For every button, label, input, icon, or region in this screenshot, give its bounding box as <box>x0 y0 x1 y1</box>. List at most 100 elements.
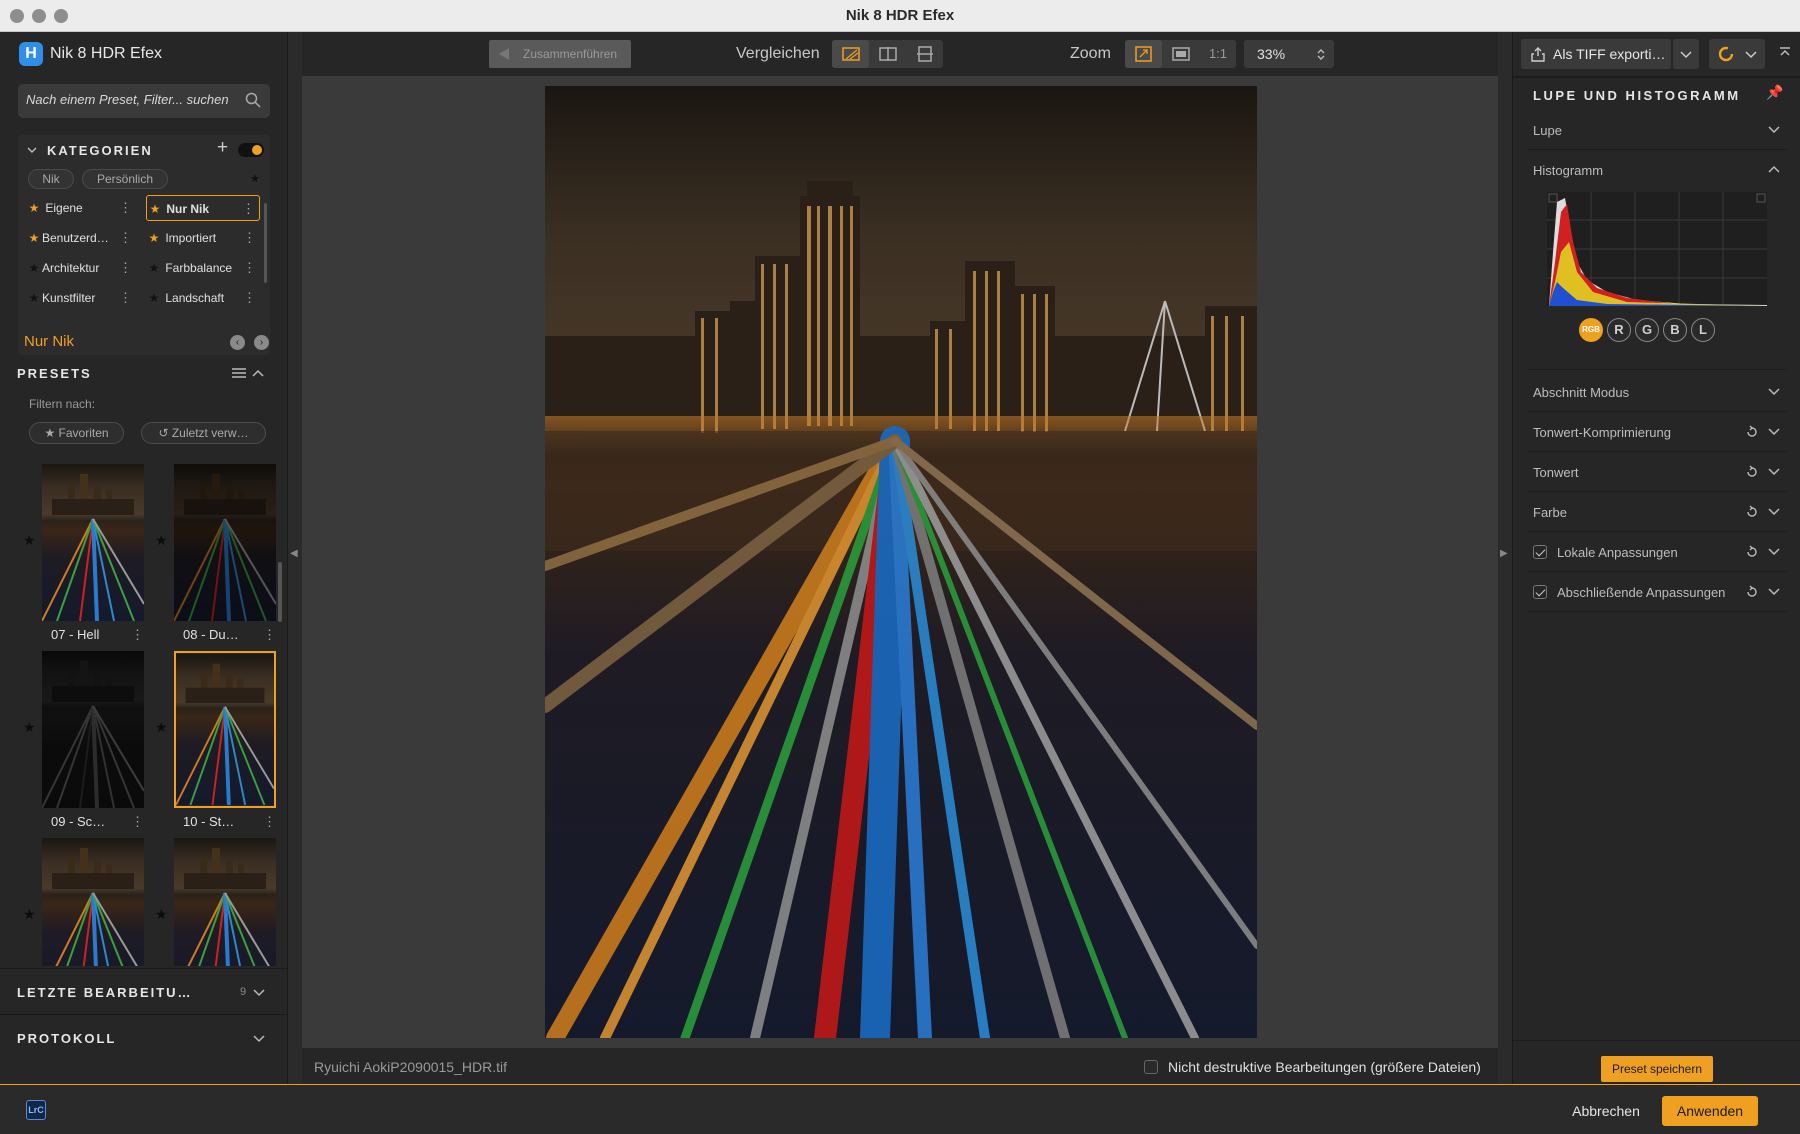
lightroom-badge-icon[interactable]: LrC <box>26 1100 46 1120</box>
preset-thumbnail-09[interactable] <box>42 651 144 808</box>
channel-g-button[interactable]: G <box>1635 318 1659 342</box>
more-icon[interactable]: ⋮ <box>119 255 132 281</box>
channel-l-button[interactable]: L <box>1691 318 1715 342</box>
tab-nik[interactable]: Nik <box>28 169 74 189</box>
section-abschliessende-anpassungen[interactable]: Abschließende Anpassungen <box>1527 572 1787 612</box>
categories-scrollbar[interactable] <box>264 203 267 283</box>
category-importiert[interactable]: ★ Importiert ⋮ <box>146 225 260 251</box>
cancel-button[interactable]: Abbrechen <box>1560 1099 1652 1123</box>
favorite-star-icon[interactable]: ★ <box>23 532 36 549</box>
section-abschnitt-modus[interactable]: Abschnitt Modus <box>1527 372 1787 412</box>
collapse-right-icon[interactable]: ▶ <box>1500 548 1508 559</box>
search-input[interactable] <box>26 92 236 107</box>
panel-title: LUPE UND HISTOGRAMM <box>1533 88 1741 103</box>
zoom-fit-button[interactable] <box>1125 40 1162 68</box>
categories-toggle[interactable] <box>238 143 264 157</box>
lokale-anpassungen-checkbox[interactable] <box>1533 545 1547 559</box>
preset-thumbnail-10[interactable] <box>174 651 276 808</box>
zoom-fill-button[interactable] <box>1163 40 1199 68</box>
star-icon: ★ <box>148 291 160 305</box>
chevron-down-icon[interactable] <box>252 1032 266 1046</box>
section-tonwert[interactable]: Tonwert <box>1527 452 1787 492</box>
non-destructive-checkbox[interactable] <box>1144 1060 1158 1074</box>
more-icon[interactable]: ⋮ <box>263 627 276 643</box>
category-benutzerdefiniert[interactable]: ★ Benutzerd… ⋮ <box>26 225 136 251</box>
save-preset-button[interactable]: Preset speichern <box>1601 1056 1713 1082</box>
preview-image[interactable] <box>545 86 1257 1038</box>
loupe-section[interactable]: Lupe <box>1527 110 1787 150</box>
category-farbbalance[interactable]: ★ Farbbalance ⋮ <box>146 255 260 281</box>
presets-scrollbar[interactable] <box>278 562 282 622</box>
filter-zuletzt-verwendet[interactable]: ↺ Zuletzt verw… <box>141 422 266 444</box>
previous-icon[interactable]: ‹ <box>230 335 245 350</box>
reset-icon[interactable] <box>1745 545 1759 559</box>
category-landschaft[interactable]: ★ Landschaft ⋮ <box>146 285 260 311</box>
category-architektur[interactable]: ★ Architektur ⋮ <box>26 255 136 281</box>
export-dropdown[interactable] <box>1673 39 1699 69</box>
preset-thumbnail-11[interactable] <box>42 838 144 966</box>
compare-split-horizontal-button[interactable] <box>907 40 943 68</box>
reset-icon[interactable] <box>1745 425 1759 439</box>
section-lokale-anpassungen[interactable]: Lokale Anpassungen <box>1527 532 1787 572</box>
favorite-star-icon[interactable]: ★ <box>23 719 36 736</box>
merge-button[interactable]: Zusammenführen <box>489 40 631 68</box>
processing-menu[interactable] <box>1709 39 1765 69</box>
more-icon[interactable]: ⋮ <box>243 255 256 281</box>
abschliessende-anpassungen-checkbox[interactable] <box>1533 585 1547 599</box>
reset-icon[interactable] <box>1745 465 1759 479</box>
tab-persoenlich[interactable]: Persönlich <box>82 169 168 189</box>
recent-edits-section[interactable]: LETZTE BEARBEITU… 9 <box>0 968 288 1014</box>
chevron-down-icon[interactable] <box>27 145 37 155</box>
next-icon[interactable]: › <box>254 335 269 350</box>
more-icon[interactable]: ⋮ <box>119 285 132 311</box>
favorite-star-icon[interactable]: ★ <box>155 719 168 736</box>
recent-edits-heading: LETZTE BEARBEITU… <box>17 985 193 1000</box>
more-icon[interactable]: ⋮ <box>242 196 255 222</box>
search-icon[interactable] <box>245 92 261 108</box>
export-button[interactable]: Als TIFF exporti… <box>1521 39 1671 69</box>
preset-thumbnail-07[interactable] <box>42 464 144 621</box>
favorite-star-icon[interactable]: ★ <box>155 906 168 923</box>
category-nur-nik[interactable]: ★ Nur Nik ⋮ <box>146 195 260 221</box>
compare-split-vertical-button[interactable] <box>870 40 906 68</box>
more-icon[interactable]: ⋮ <box>119 225 132 251</box>
list-view-icon[interactable] <box>232 367 246 379</box>
more-icon[interactable]: ⋮ <box>263 814 276 830</box>
channel-rgb-button[interactable]: RGB <box>1579 318 1603 342</box>
compare-overlay-button[interactable] <box>832 40 869 68</box>
zoom-1-1-button[interactable]: 1:1 <box>1200 40 1236 68</box>
more-icon[interactable]: ⋮ <box>119 195 132 221</box>
compare-label: Vergleichen <box>736 45 820 62</box>
file-name: Ryuichi AokiP2090015_HDR.tif <box>314 1059 507 1075</box>
add-category-icon[interactable]: + <box>217 137 228 159</box>
reset-icon[interactable] <box>1745 505 1759 519</box>
favorite-star-icon[interactable]: ★ <box>23 906 36 923</box>
pin-icon[interactable]: 📌 <box>1766 84 1783 101</box>
favorite-star-icon[interactable]: ★ <box>155 532 168 549</box>
favorite-filter-star-icon[interactable]: ★ <box>250 172 260 185</box>
collapse-panel-icon[interactable] <box>1779 47 1791 57</box>
stepper-icon <box>1317 49 1325 60</box>
chevron-up-icon[interactable] <box>252 368 264 378</box>
collapse-left-icon[interactable]: ◀ <box>290 548 298 559</box>
apply-button[interactable]: Anwenden <box>1662 1096 1758 1126</box>
preset-thumbnail-08[interactable] <box>174 464 276 621</box>
section-farbe[interactable]: Farbe <box>1527 492 1787 532</box>
more-icon[interactable]: ⋮ <box>131 627 144 643</box>
filter-favoriten[interactable]: ★ Favoriten <box>29 422 124 444</box>
more-icon[interactable]: ⋮ <box>243 225 256 251</box>
more-icon[interactable]: ⋮ <box>243 285 256 311</box>
section-tonwert-komprimierung[interactable]: Tonwert-Komprimierung <box>1527 412 1787 452</box>
star-icon: ★ <box>28 291 40 305</box>
more-icon[interactable]: ⋮ <box>131 814 144 830</box>
category-kunstfilter[interactable]: ★ Kunstfilter ⋮ <box>26 285 136 311</box>
chevron-down-icon[interactable] <box>252 986 266 1000</box>
presets-heading: PRESETS <box>17 366 92 381</box>
history-section[interactable]: PROTOKOLL <box>0 1014 288 1060</box>
zoom-select[interactable]: 33% <box>1244 40 1334 68</box>
preset-thumbnail-12[interactable] <box>174 838 276 966</box>
reset-icon[interactable] <box>1745 585 1759 599</box>
category-eigene[interactable]: ★ Eigene ⋮ <box>26 195 136 221</box>
channel-r-button[interactable]: R <box>1607 318 1631 342</box>
channel-b-button[interactable]: B <box>1663 318 1687 342</box>
